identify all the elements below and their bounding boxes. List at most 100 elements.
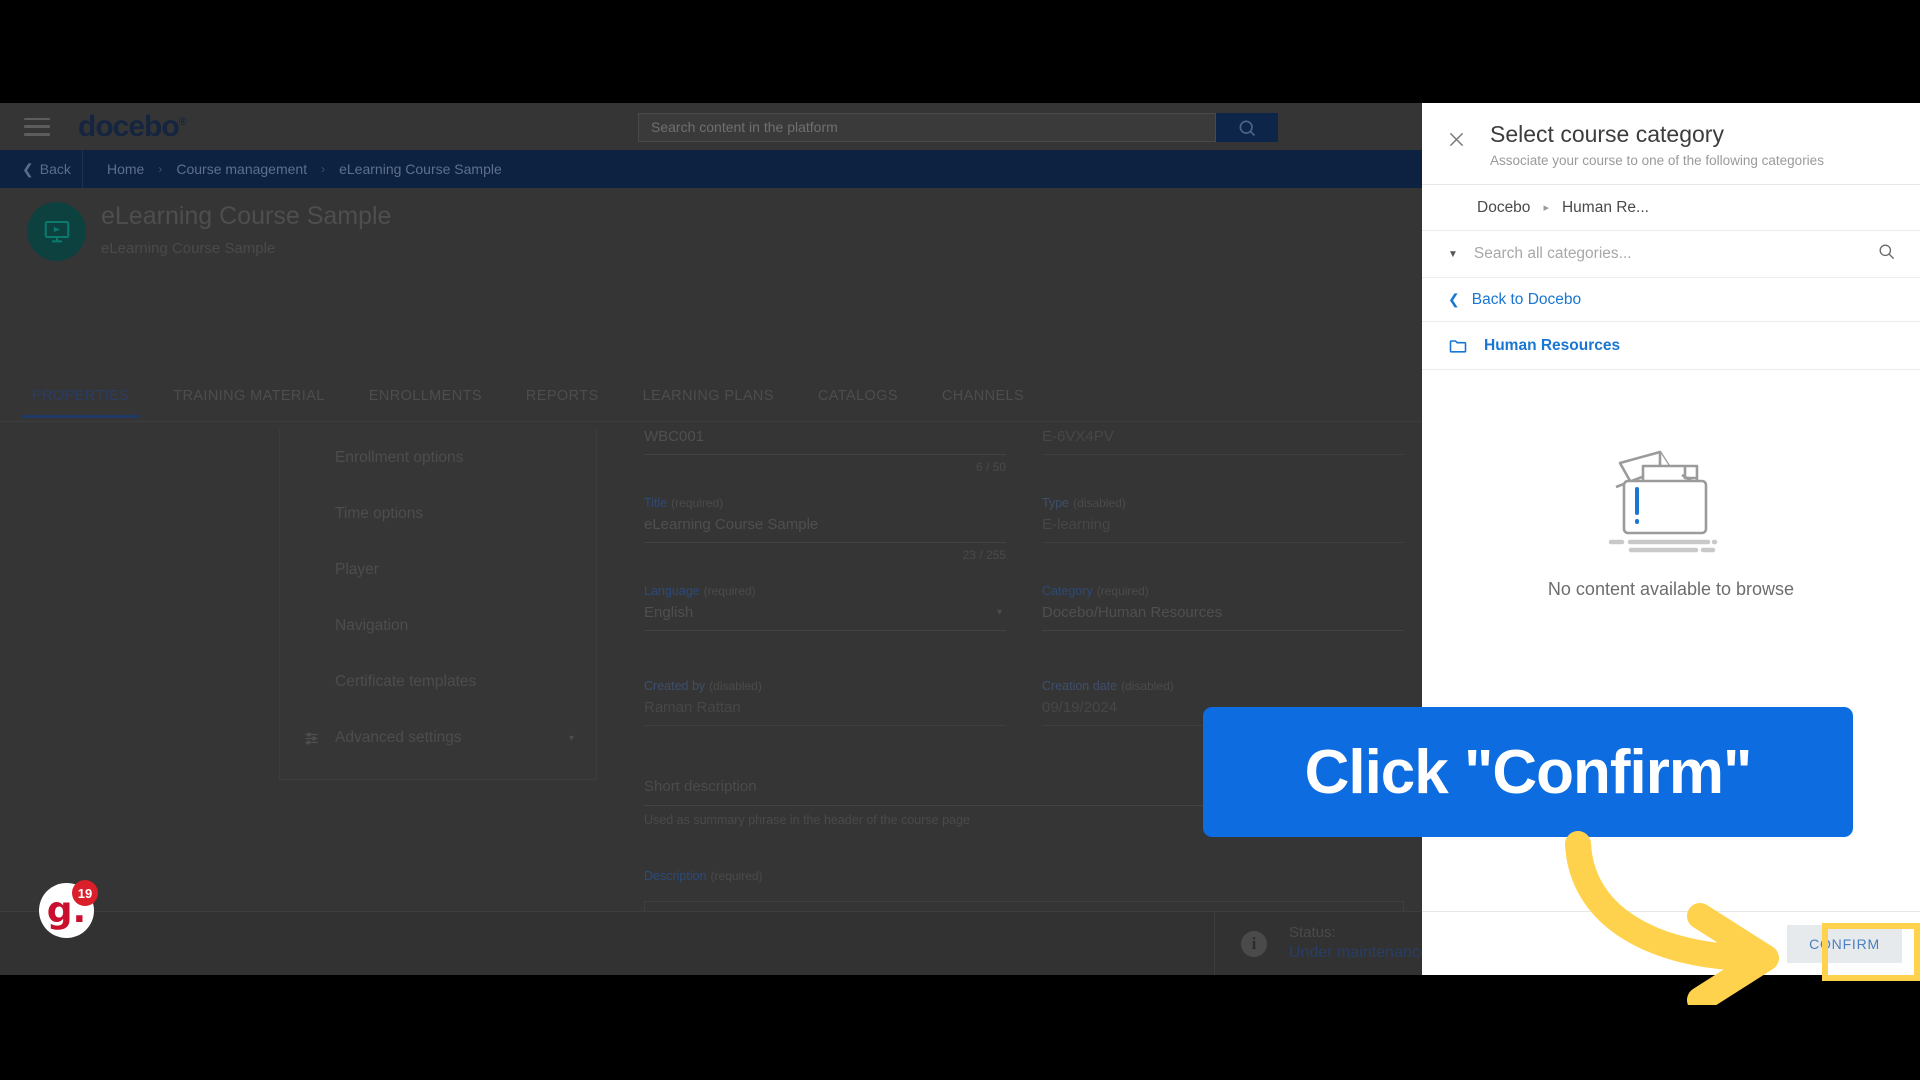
creation-date-hint: (disabled) — [1121, 679, 1174, 693]
sidebar-item-certificate-templates[interactable]: Certificate templates — [280, 654, 596, 710]
field-code: WBC001 6 / 50 — [644, 422, 1006, 474]
title-hint: (required) — [671, 496, 724, 510]
field-created-by: Created by (disabled) Raman Rattan — [644, 679, 1006, 726]
type-label: Type (disabled) — [1042, 496, 1404, 510]
back-button[interactable]: ❮ Back — [0, 161, 82, 178]
panel-breadcrumb-item-current: Human Re... — [1561, 198, 1649, 216]
panel-breadcrumb-item-docebo[interactable]: Docebo — [1477, 199, 1530, 217]
type-hint: (disabled) — [1073, 496, 1126, 510]
description-label-text: Description — [644, 869, 707, 883]
empty-state-text: No content available to browse — [1547, 579, 1795, 599]
breadcrumb-item-current: eLearning Course Sample — [339, 161, 502, 177]
breadcrumb-arrow-icon: ▸ — [1543, 202, 1549, 214]
sidebar-item-enrollment-options[interactable]: Enrollment options — [280, 430, 596, 486]
panel-footer: CONFIRM — [1422, 911, 1920, 975]
sidebar-item-advanced-settings[interactable]: Advanced settings ▾ — [280, 710, 596, 766]
field-unique-id: E-6VX4PV — [1042, 422, 1404, 474]
field-category: Category (required) Docebo/Human Resource… — [1042, 584, 1404, 631]
watermark-count: 19 — [72, 880, 98, 906]
breadcrumb-item-home[interactable]: Home — [107, 161, 144, 177]
panel-header-text: Select course category Associate your co… — [1490, 121, 1824, 168]
info-icon: i — [1241, 930, 1267, 957]
code-counter: 6 / 50 — [975, 460, 1006, 474]
description-hint: (required) — [710, 869, 763, 883]
created-by-label: Created by (disabled) — [644, 679, 1006, 693]
created-by-value: Raman Rattan — [644, 693, 1006, 726]
close-icon — [1449, 132, 1463, 147]
search-button[interactable] — [1877, 242, 1896, 266]
elearning-monitor-icon — [44, 220, 69, 242]
category-label-text: Category — [1042, 584, 1093, 598]
created-by-label-text: Created by — [644, 679, 706, 693]
language-select[interactable]: English — [644, 598, 1006, 631]
back-link-label: Back to Docebo — [1471, 290, 1582, 308]
created-by-hint: (disabled) — [709, 679, 762, 693]
unique-id-value: E-6VX4PV — [1042, 422, 1404, 455]
search-button[interactable] — [1216, 113, 1278, 142]
back-to-docebo-link[interactable]: ❮ Back to Docebo — [1422, 278, 1920, 322]
title-label: Title (required) — [644, 496, 1006, 510]
title-input[interactable]: eLearning Course Sample — [644, 510, 1006, 543]
confirm-button[interactable]: CONFIRM — [1787, 924, 1902, 963]
search-input[interactable] — [1473, 245, 1877, 263]
category-label: Human Resources — [1484, 336, 1621, 354]
page-subtitle: eLearning Course Sample — [101, 240, 276, 257]
course-properties-form: WBC001 6 / 50 E-6VX4PV Title (required) e… — [644, 422, 1404, 975]
tab-enrollments[interactable]: ENROLLMENTS — [347, 380, 504, 418]
tab-learning-plans[interactable]: LEARNING PLANS — [621, 380, 796, 418]
chevron-left-icon: ❮ — [1448, 291, 1460, 307]
creation-date-label-text: Creation date — [1042, 679, 1118, 693]
category-search-row: ▼ — [1422, 231, 1920, 278]
type-label-text: Type — [1042, 496, 1070, 510]
language-label-text: Language — [644, 584, 700, 598]
category-hint: (required) — [1096, 584, 1149, 598]
panel-title: Select course category — [1490, 121, 1724, 147]
empty-box-documents-icon — [1608, 450, 1718, 553]
sidebar-item-time-options[interactable]: Time options — [280, 486, 596, 542]
sidebar-item-label: Advanced settings — [335, 729, 462, 746]
panel-breadcrumb: Docebo ▸ Human Re... — [1422, 185, 1920, 231]
tab-training-material[interactable]: TRAINING MATERIAL — [151, 380, 347, 418]
tab-catalogs[interactable]: CATALOGS — [796, 380, 920, 418]
language-label: Language (required) — [644, 584, 1006, 598]
folder-icon — [1449, 339, 1467, 353]
code-value[interactable]: WBC001 — [644, 422, 1006, 455]
breadcrumb-separator: › — [158, 162, 163, 176]
sidebar-item-navigation[interactable]: Navigation — [280, 598, 596, 654]
chevron-left-icon: ❮ — [22, 160, 34, 177]
creation-date-label: Creation date (disabled) — [1042, 679, 1404, 693]
status-label: Status: — [1289, 924, 1336, 942]
hamburger-icon[interactable] — [24, 117, 50, 136]
chevron-down-icon: ▾ — [568, 732, 574, 744]
course-settings-menu: Enrollment options Time options Player N… — [279, 430, 597, 780]
search-icon — [1239, 120, 1256, 136]
global-search: Search content in the platform — [638, 113, 1278, 142]
status-value: Under maintenance — [1289, 943, 1429, 961]
category-row-human-resources[interactable]: Human Resources — [1422, 322, 1920, 370]
type-value: E-learning — [1042, 510, 1404, 543]
title-label-text: Title — [644, 496, 668, 510]
sidebar-item-player[interactable]: Player — [280, 542, 596, 598]
breadcrumb-separator: › — [321, 162, 326, 176]
close-button[interactable] — [1422, 121, 1490, 168]
back-label: Back — [39, 161, 71, 177]
registered-mark: ® — [178, 115, 187, 128]
panel-subtitle: Associate your course to one of the foll… — [1490, 153, 1824, 168]
select-course-category-panel: Select course category Associate your co… — [1422, 103, 1920, 975]
caret-down-icon[interactable]: ▼ — [1448, 249, 1458, 260]
category-value[interactable]: Docebo/Human Resources — [1042, 598, 1404, 631]
tab-properties[interactable]: PROPERTIES — [10, 380, 151, 418]
tab-channels[interactable]: CHANNELS — [920, 380, 1046, 418]
search-input[interactable]: Search content in the platform — [638, 113, 1216, 142]
field-language: Language (required) English ▾ — [644, 584, 1006, 631]
title-counter: 23 / 255 — [962, 548, 1006, 562]
tab-reports[interactable]: REPORTS — [504, 380, 621, 418]
docebo-logo[interactable]: docebo® — [78, 109, 187, 144]
chevron-down-icon[interactable]: ▾ — [997, 607, 1002, 618]
breadcrumb: Home › Course management › eLearning Cou… — [83, 161, 502, 177]
breadcrumb-item-course-management[interactable]: Course management — [176, 161, 307, 177]
logo-text: docebo — [78, 109, 180, 143]
sliders-icon — [305, 731, 318, 745]
course-avatar — [27, 202, 86, 261]
search-icon — [1879, 244, 1895, 260]
